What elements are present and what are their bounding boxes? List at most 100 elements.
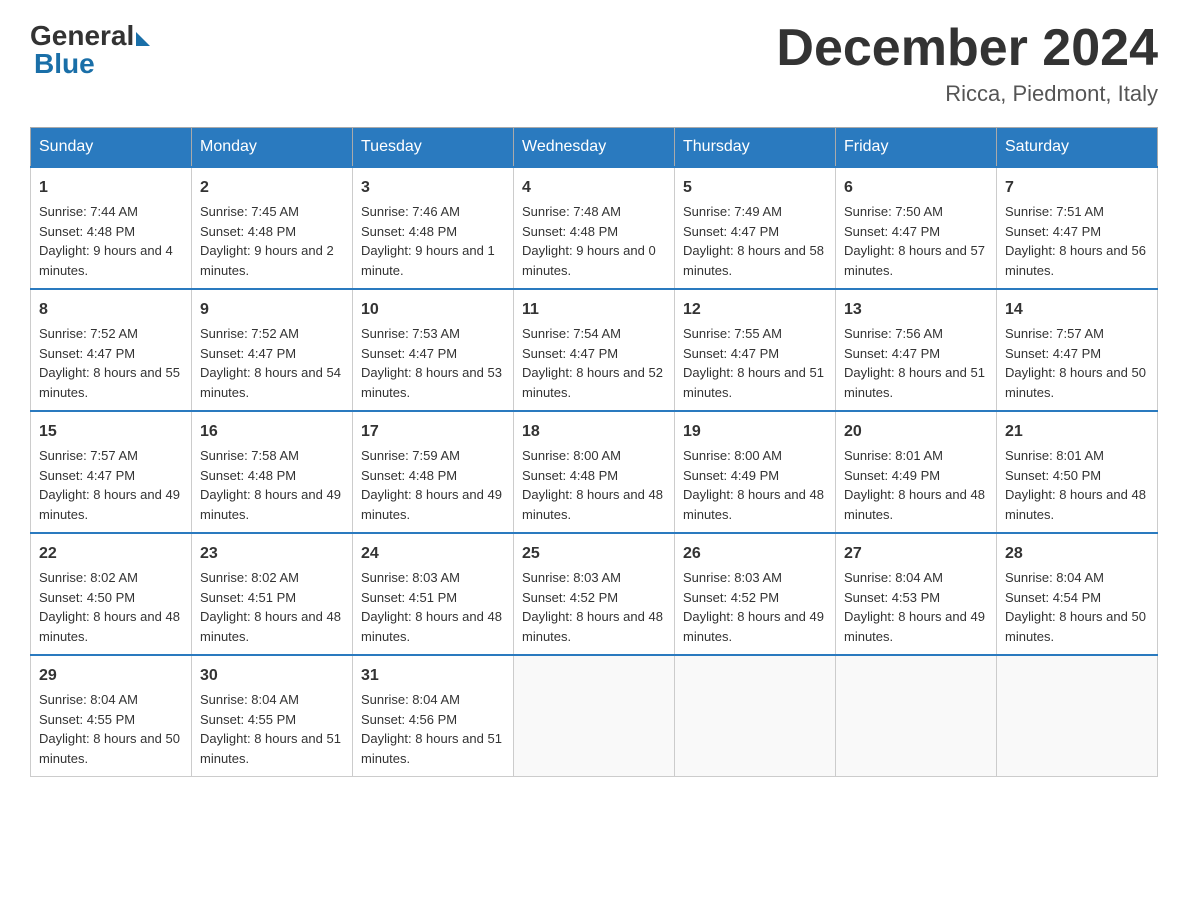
calendar-cell: 19 Sunrise: 8:00 AMSunset: 4:49 PMDaylig… <box>675 411 836 533</box>
day-info: Sunrise: 8:04 AMSunset: 4:53 PMDaylight:… <box>844 570 985 644</box>
day-info: Sunrise: 7:56 AMSunset: 4:47 PMDaylight:… <box>844 326 985 400</box>
calendar-cell: 17 Sunrise: 7:59 AMSunset: 4:48 PMDaylig… <box>353 411 514 533</box>
calendar-cell: 20 Sunrise: 8:01 AMSunset: 4:49 PMDaylig… <box>836 411 997 533</box>
calendar-cell: 14 Sunrise: 7:57 AMSunset: 4:47 PMDaylig… <box>997 289 1158 411</box>
logo-arrow-icon <box>136 32 150 46</box>
calendar-cell: 23 Sunrise: 8:02 AMSunset: 4:51 PMDaylig… <box>192 533 353 655</box>
header-row: SundayMondayTuesdayWednesdayThursdayFrid… <box>31 128 1158 168</box>
day-info: Sunrise: 8:04 AMSunset: 4:54 PMDaylight:… <box>1005 570 1146 644</box>
day-number: 9 <box>200 298 344 322</box>
day-info: Sunrise: 7:49 AMSunset: 4:47 PMDaylight:… <box>683 204 824 278</box>
calendar-cell: 4 Sunrise: 7:48 AMSunset: 4:48 PMDayligh… <box>514 167 675 289</box>
logo-blue-text: Blue <box>34 48 95 80</box>
day-info: Sunrise: 7:46 AMSunset: 4:48 PMDaylight:… <box>361 204 495 278</box>
day-info: Sunrise: 7:53 AMSunset: 4:47 PMDaylight:… <box>361 326 502 400</box>
day-number: 17 <box>361 420 505 444</box>
day-info: Sunrise: 8:00 AMSunset: 4:48 PMDaylight:… <box>522 448 663 522</box>
calendar-cell: 7 Sunrise: 7:51 AMSunset: 4:47 PMDayligh… <box>997 167 1158 289</box>
calendar-cell: 26 Sunrise: 8:03 AMSunset: 4:52 PMDaylig… <box>675 533 836 655</box>
day-info: Sunrise: 7:50 AMSunset: 4:47 PMDaylight:… <box>844 204 985 278</box>
calendar-cell: 31 Sunrise: 8:04 AMSunset: 4:56 PMDaylig… <box>353 655 514 777</box>
day-number: 1 <box>39 176 183 200</box>
day-number: 24 <box>361 542 505 566</box>
day-number: 22 <box>39 542 183 566</box>
day-number: 12 <box>683 298 827 322</box>
day-number: 15 <box>39 420 183 444</box>
day-number: 25 <box>522 542 666 566</box>
calendar-cell: 27 Sunrise: 8:04 AMSunset: 4:53 PMDaylig… <box>836 533 997 655</box>
calendar-cell: 28 Sunrise: 8:04 AMSunset: 4:54 PMDaylig… <box>997 533 1158 655</box>
day-info: Sunrise: 7:52 AMSunset: 4:47 PMDaylight:… <box>200 326 341 400</box>
calendar-cell: 11 Sunrise: 7:54 AMSunset: 4:47 PMDaylig… <box>514 289 675 411</box>
calendar-cell: 15 Sunrise: 7:57 AMSunset: 4:47 PMDaylig… <box>31 411 192 533</box>
calendar-cell: 2 Sunrise: 7:45 AMSunset: 4:48 PMDayligh… <box>192 167 353 289</box>
calendar-cell: 8 Sunrise: 7:52 AMSunset: 4:47 PMDayligh… <box>31 289 192 411</box>
calendar-cell: 6 Sunrise: 7:50 AMSunset: 4:47 PMDayligh… <box>836 167 997 289</box>
day-number: 11 <box>522 298 666 322</box>
day-number: 6 <box>844 176 988 200</box>
calendar-cell <box>997 655 1158 777</box>
header: General Blue December 2024 Ricca, Piedmo… <box>30 20 1158 107</box>
day-info: Sunrise: 8:01 AMSunset: 4:50 PMDaylight:… <box>1005 448 1146 522</box>
calendar-cell: 25 Sunrise: 8:03 AMSunset: 4:52 PMDaylig… <box>514 533 675 655</box>
month-title: December 2024 <box>776 20 1158 77</box>
day-number: 13 <box>844 298 988 322</box>
calendar-cell: 5 Sunrise: 7:49 AMSunset: 4:47 PMDayligh… <box>675 167 836 289</box>
calendar-cell: 21 Sunrise: 8:01 AMSunset: 4:50 PMDaylig… <box>997 411 1158 533</box>
day-info: Sunrise: 8:00 AMSunset: 4:49 PMDaylight:… <box>683 448 824 522</box>
day-number: 19 <box>683 420 827 444</box>
day-number: 18 <box>522 420 666 444</box>
day-number: 27 <box>844 542 988 566</box>
day-header-wednesday: Wednesday <box>514 128 675 168</box>
calendar-cell: 3 Sunrise: 7:46 AMSunset: 4:48 PMDayligh… <box>353 167 514 289</box>
day-number: 23 <box>200 542 344 566</box>
calendar-cell: 24 Sunrise: 8:03 AMSunset: 4:51 PMDaylig… <box>353 533 514 655</box>
location-subtitle: Ricca, Piedmont, Italy <box>776 81 1158 107</box>
day-info: Sunrise: 7:52 AMSunset: 4:47 PMDaylight:… <box>39 326 180 400</box>
day-number: 29 <box>39 664 183 688</box>
day-info: Sunrise: 7:57 AMSunset: 4:47 PMDaylight:… <box>39 448 180 522</box>
day-header-tuesday: Tuesday <box>353 128 514 168</box>
day-number: 7 <box>1005 176 1149 200</box>
day-number: 8 <box>39 298 183 322</box>
day-info: Sunrise: 7:55 AMSunset: 4:47 PMDaylight:… <box>683 326 824 400</box>
day-number: 5 <box>683 176 827 200</box>
day-info: Sunrise: 7:48 AMSunset: 4:48 PMDaylight:… <box>522 204 656 278</box>
week-row-3: 15 Sunrise: 7:57 AMSunset: 4:47 PMDaylig… <box>31 411 1158 533</box>
week-row-2: 8 Sunrise: 7:52 AMSunset: 4:47 PMDayligh… <box>31 289 1158 411</box>
calendar-table: SundayMondayTuesdayWednesdayThursdayFrid… <box>30 127 1158 777</box>
calendar-cell <box>675 655 836 777</box>
day-number: 30 <box>200 664 344 688</box>
day-info: Sunrise: 7:54 AMSunset: 4:47 PMDaylight:… <box>522 326 663 400</box>
day-info: Sunrise: 8:03 AMSunset: 4:52 PMDaylight:… <box>522 570 663 644</box>
day-info: Sunrise: 8:04 AMSunset: 4:56 PMDaylight:… <box>361 692 502 766</box>
day-number: 14 <box>1005 298 1149 322</box>
calendar-cell <box>514 655 675 777</box>
day-info: Sunrise: 8:01 AMSunset: 4:49 PMDaylight:… <box>844 448 985 522</box>
calendar-cell: 10 Sunrise: 7:53 AMSunset: 4:47 PMDaylig… <box>353 289 514 411</box>
day-header-monday: Monday <box>192 128 353 168</box>
day-info: Sunrise: 8:03 AMSunset: 4:51 PMDaylight:… <box>361 570 502 644</box>
day-info: Sunrise: 8:04 AMSunset: 4:55 PMDaylight:… <box>39 692 180 766</box>
calendar-cell: 12 Sunrise: 7:55 AMSunset: 4:47 PMDaylig… <box>675 289 836 411</box>
day-info: Sunrise: 8:03 AMSunset: 4:52 PMDaylight:… <box>683 570 824 644</box>
calendar-cell: 13 Sunrise: 7:56 AMSunset: 4:47 PMDaylig… <box>836 289 997 411</box>
day-number: 2 <box>200 176 344 200</box>
day-info: Sunrise: 8:02 AMSunset: 4:50 PMDaylight:… <box>39 570 180 644</box>
week-row-4: 22 Sunrise: 8:02 AMSunset: 4:50 PMDaylig… <box>31 533 1158 655</box>
day-info: Sunrise: 7:44 AMSunset: 4:48 PMDaylight:… <box>39 204 173 278</box>
day-number: 21 <box>1005 420 1149 444</box>
day-header-saturday: Saturday <box>997 128 1158 168</box>
day-info: Sunrise: 7:58 AMSunset: 4:48 PMDaylight:… <box>200 448 341 522</box>
week-row-5: 29 Sunrise: 8:04 AMSunset: 4:55 PMDaylig… <box>31 655 1158 777</box>
day-header-friday: Friday <box>836 128 997 168</box>
calendar-cell: 29 Sunrise: 8:04 AMSunset: 4:55 PMDaylig… <box>31 655 192 777</box>
calendar-cell: 16 Sunrise: 7:58 AMSunset: 4:48 PMDaylig… <box>192 411 353 533</box>
title-section: December 2024 Ricca, Piedmont, Italy <box>776 20 1158 107</box>
logo: General Blue <box>30 20 150 80</box>
day-number: 26 <box>683 542 827 566</box>
day-info: Sunrise: 7:57 AMSunset: 4:47 PMDaylight:… <box>1005 326 1146 400</box>
day-number: 16 <box>200 420 344 444</box>
calendar-cell: 1 Sunrise: 7:44 AMSunset: 4:48 PMDayligh… <box>31 167 192 289</box>
calendar-cell: 9 Sunrise: 7:52 AMSunset: 4:47 PMDayligh… <box>192 289 353 411</box>
